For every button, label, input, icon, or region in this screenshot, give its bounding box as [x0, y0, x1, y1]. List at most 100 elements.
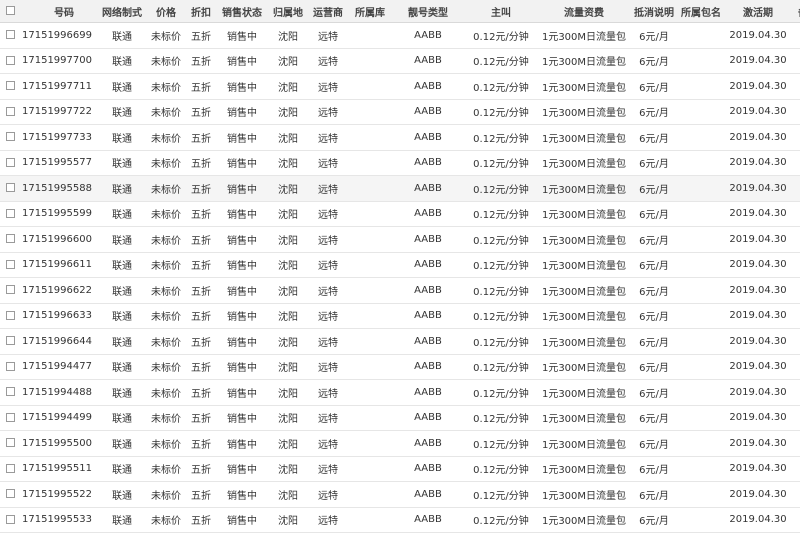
network-cell: 联通: [98, 308, 146, 323]
header-library[interactable]: 所属库: [348, 4, 392, 19]
row-checkbox[interactable]: [6, 183, 15, 192]
row-select-cell[interactable]: [0, 234, 20, 245]
type-cell: AABB: [392, 387, 464, 398]
row-checkbox[interactable]: [6, 464, 15, 473]
header-select-cell[interactable]: [0, 6, 20, 17]
table-row[interactable]: 17151997722联通未标价五折销售中沈阳远特AABB0.12元/分钟1元3…: [0, 100, 800, 126]
row-select-cell[interactable]: [0, 336, 20, 347]
carrier-cell: 远特: [308, 359, 348, 374]
row-select-cell[interactable]: [0, 208, 20, 219]
row-checkbox[interactable]: [6, 362, 15, 371]
header-remark[interactable]: 备注: [792, 4, 800, 19]
header-sale-status[interactable]: 销售状态: [216, 4, 268, 19]
row-select-cell[interactable]: [0, 387, 20, 398]
table-row[interactable]: 17151995599联通未标价五折销售中沈阳远特AABB0.12元/分钟1元3…: [0, 202, 800, 228]
table-row[interactable]: 17151996699联通未标价五折销售中沈阳远特AABB0.12元/分钟1元3…: [0, 23, 800, 49]
table-row[interactable]: 17151997733联通未标价五折销售中沈阳远特AABB0.12元/分钟1元3…: [0, 125, 800, 151]
offset-cell: 6元/月: [630, 283, 678, 298]
row-checkbox[interactable]: [6, 413, 15, 422]
row-select-cell[interactable]: [0, 310, 20, 321]
row-select-cell[interactable]: [0, 106, 20, 117]
row-select-cell[interactable]: [0, 81, 20, 92]
row-select-cell[interactable]: [0, 157, 20, 168]
header-offset-note[interactable]: 抵消说明: [630, 4, 678, 19]
row-checkbox[interactable]: [6, 56, 15, 65]
row-select-cell[interactable]: [0, 489, 20, 500]
row-select-cell[interactable]: [0, 30, 20, 41]
row-checkbox[interactable]: [6, 515, 15, 524]
row-checkbox[interactable]: [6, 336, 15, 345]
table-row[interactable]: 17151995500联通未标价五折销售中沈阳远特AABB0.12元/分钟1元3…: [0, 431, 800, 457]
row-checkbox[interactable]: [6, 260, 15, 269]
table-row[interactable]: 17151997711联通未标价五折销售中沈阳远特AABB0.12元/分钟1元3…: [0, 74, 800, 100]
row-select-cell[interactable]: [0, 514, 20, 525]
table-row[interactable]: 17151994488联通未标价五折销售中沈阳远特AABB0.12元/分钟1元3…: [0, 380, 800, 406]
row-checkbox[interactable]: [6, 209, 15, 218]
row-checkbox[interactable]: [6, 158, 15, 167]
row-select-cell[interactable]: [0, 412, 20, 423]
table-row[interactable]: 17151997700联通未标价五折销售中沈阳远特AABB0.12元/分钟1元3…: [0, 49, 800, 75]
header-number[interactable]: 号码: [20, 4, 98, 19]
table-row[interactable]: 17151996644联通未标价五折销售中沈阳远特AABB0.12元/分钟1元3…: [0, 329, 800, 355]
header-price[interactable]: 价格: [146, 4, 186, 19]
discount-cell: 五折: [186, 512, 216, 527]
header-discount[interactable]: 折扣: [186, 4, 216, 19]
header-carrier[interactable]: 运营商: [308, 4, 348, 19]
row-select-cell[interactable]: [0, 463, 20, 474]
row-checkbox[interactable]: [6, 107, 15, 116]
row-checkbox[interactable]: [6, 81, 15, 90]
table-row[interactable]: 17151995533联通未标价五折销售中沈阳远特AABB0.12元/分钟1元3…: [0, 508, 800, 533]
number-cell: 17151996622: [20, 285, 98, 296]
network-cell: 联通: [98, 155, 146, 170]
header-activation[interactable]: 激活期: [724, 4, 792, 19]
header-data-plan[interactable]: 流量资费: [538, 4, 630, 19]
table-row[interactable]: 17151994499联通未标价五折销售中沈阳远特AABB0.12元/分钟1元3…: [0, 406, 800, 432]
price-cell: 未标价: [146, 53, 186, 68]
row-select-cell[interactable]: [0, 361, 20, 372]
price-cell: 未标价: [146, 410, 186, 425]
header-package-name[interactable]: 所属包名: [678, 4, 724, 19]
table-row[interactable]: 17151996633联通未标价五折销售中沈阳远特AABB0.12元/分钟1元3…: [0, 304, 800, 330]
row-select-cell[interactable]: [0, 438, 20, 449]
row-checkbox[interactable]: [6, 234, 15, 243]
table-row[interactable]: 17151996600联通未标价五折销售中沈阳远特AABB0.12元/分钟1元3…: [0, 227, 800, 253]
discount-cell: 五折: [186, 359, 216, 374]
row-select-cell[interactable]: [0, 259, 20, 270]
table-row[interactable]: 17151995577联通未标价五折销售中沈阳远特AABB0.12元/分钟1元3…: [0, 151, 800, 177]
select-all-checkbox[interactable]: [6, 6, 15, 15]
offset-cell: 6元/月: [630, 79, 678, 94]
data-plan-cell: 1元300M日流量包: [538, 130, 630, 145]
row-select-cell[interactable]: [0, 183, 20, 194]
data-plan-cell: 1元300M日流量包: [538, 257, 630, 272]
row-select-cell[interactable]: [0, 285, 20, 296]
row-checkbox[interactable]: [6, 132, 15, 141]
discount-cell: 五折: [186, 79, 216, 94]
status-cell: 销售中: [216, 206, 268, 221]
discount-cell: 五折: [186, 53, 216, 68]
network-cell: 联通: [98, 28, 146, 43]
offset-cell: 6元/月: [630, 359, 678, 374]
table-row[interactable]: 17151995588联通未标价五折销售中沈阳远特AABB0.12元/分钟1元3…: [0, 176, 800, 202]
row-checkbox[interactable]: [6, 311, 15, 320]
table-row[interactable]: 17151995511联通未标价五折销售中沈阳远特AABB0.12元/分钟1元3…: [0, 457, 800, 483]
activation-cell: 2019.04.30: [724, 132, 792, 143]
row-checkbox[interactable]: [6, 30, 15, 39]
status-cell: 销售中: [216, 512, 268, 527]
header-call-rate[interactable]: 主叫: [464, 4, 538, 19]
table-row[interactable]: 17151996611联通未标价五折销售中沈阳远特AABB0.12元/分钟1元3…: [0, 253, 800, 279]
header-location[interactable]: 归属地: [268, 4, 308, 19]
discount-cell: 五折: [186, 28, 216, 43]
row-checkbox[interactable]: [6, 438, 15, 447]
row-checkbox[interactable]: [6, 387, 15, 396]
row-select-cell[interactable]: [0, 55, 20, 66]
table-row[interactable]: 17151995522联通未标价五折销售中沈阳远特AABB0.12元/分钟1元3…: [0, 482, 800, 508]
table-row[interactable]: 17151994477联通未标价五折销售中沈阳远特AABB0.12元/分钟1元3…: [0, 355, 800, 381]
row-checkbox[interactable]: [6, 489, 15, 498]
row-select-cell[interactable]: [0, 132, 20, 143]
table-row[interactable]: 17151996622联通未标价五折销售中沈阳远特AABB0.12元/分钟1元3…: [0, 278, 800, 304]
carrier-cell: 远特: [308, 181, 348, 196]
row-checkbox[interactable]: [6, 285, 15, 294]
number-cell: 17151994499: [20, 412, 98, 423]
header-number-type[interactable]: 靓号类型: [392, 4, 464, 19]
header-network[interactable]: 网络制式: [98, 4, 146, 19]
